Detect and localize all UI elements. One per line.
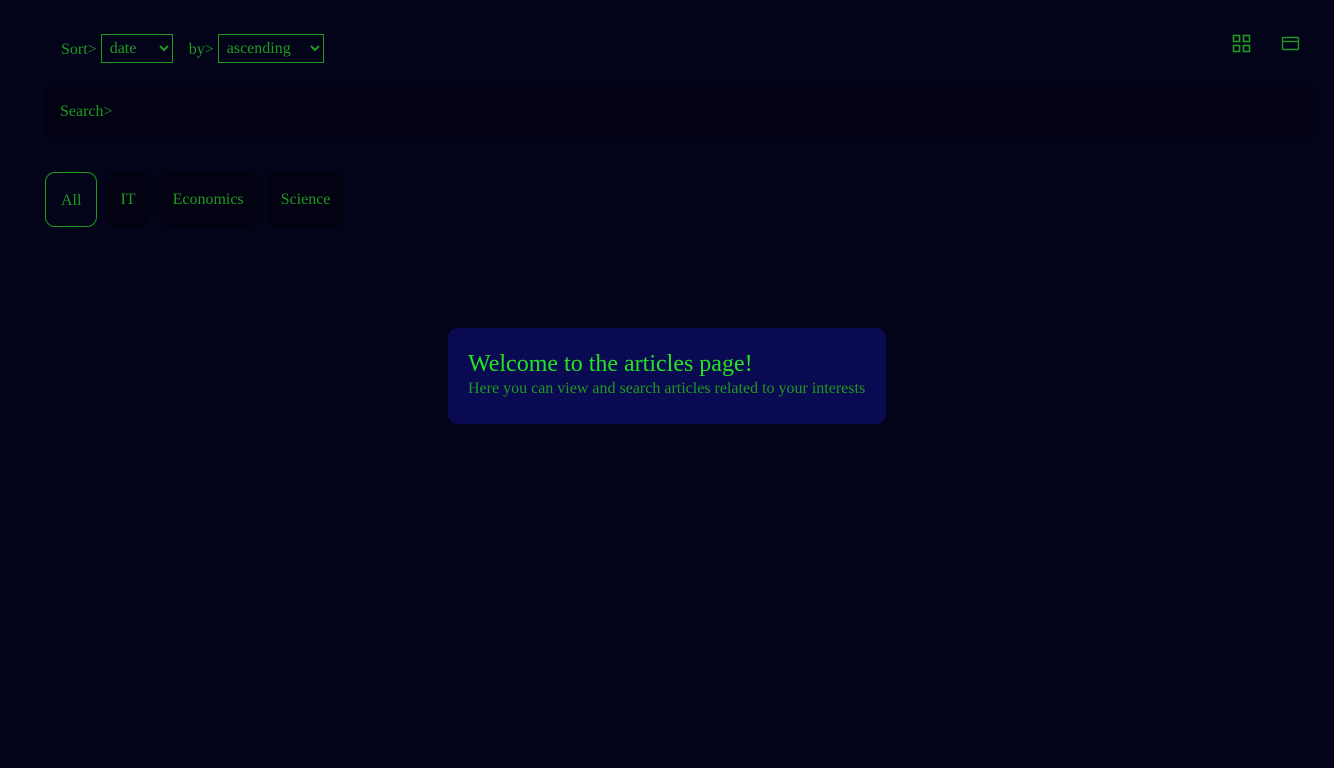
welcome-title: Welcome to the articles page! [468,351,753,377]
grid-view-icon[interactable] [1232,34,1251,53]
search-label: Search> [60,103,113,120]
tab-economics[interactable]: Economics [158,172,258,227]
welcome-card: Welcome to the articles page! Here you c… [448,328,886,424]
search-input[interactable] [116,91,1314,133]
tab-all[interactable]: All [45,172,98,227]
welcome-subtitle: Here you can view and search articles re… [468,380,866,397]
sort-by-label: by> [188,41,214,58]
sort-field-select[interactable]: date [100,34,173,63]
tab-it[interactable]: IT [106,172,150,227]
sort-order-select[interactable]: ascending [217,34,324,63]
view-toggles [1232,34,1300,53]
search-bar[interactable]: Search> [45,86,1314,138]
category-tabs: All IT Economics Science [45,172,345,227]
tab-science[interactable]: Science [266,172,345,227]
sort-bar: Sort> date by> ascending [61,34,324,63]
articles-page: Sort> date by> ascending Search> All IT … [0,0,1334,768]
card-view-icon[interactable] [1281,34,1300,53]
sort-label: Sort> [61,41,97,58]
